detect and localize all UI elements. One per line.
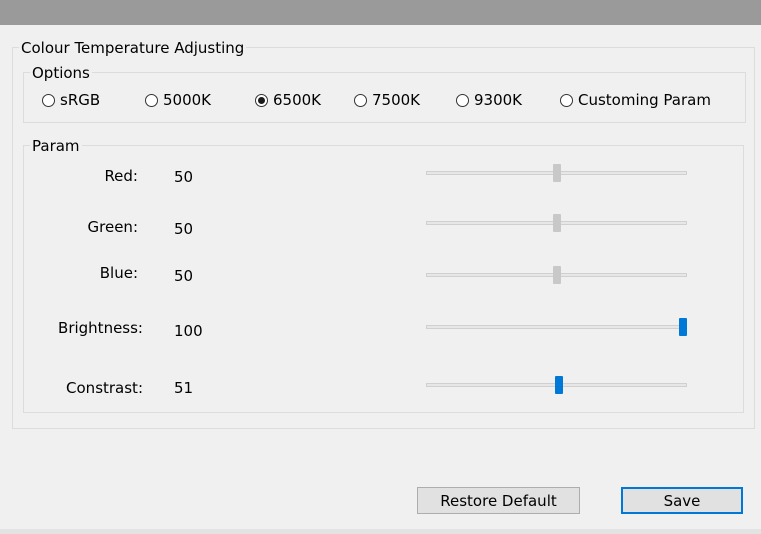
save-button[interactable]: Save [621,487,743,514]
colour-temperature-group-title: Colour Temperature Adjusting [19,39,247,57]
radio-circle-icon [42,93,55,107]
radio-7500k[interactable]: 7500K [354,90,420,110]
contrast-value: 51 [174,379,194,397]
green-value: 50 [174,220,194,238]
radio-customing-param[interactable]: Customing Param [560,90,711,110]
red-label: Red: [104,167,138,185]
slider-track [426,325,687,329]
radio-selected-icon [255,93,268,107]
param-legend: Param [30,137,82,155]
radio-label: 9300K [474,91,523,109]
radio-circle-icon [560,93,573,107]
blue-label: Blue: [99,264,138,282]
slider-thumb[interactable] [552,214,561,232]
radio-label: Customing Param [578,91,711,109]
radio-circle-icon [456,93,469,107]
radio-label: sRGB [60,91,101,109]
radio-9300k[interactable]: 9300K [456,90,522,110]
radio-label: 7500K [372,91,421,109]
blue-value: 50 [174,267,194,285]
brightness-label: Brightness: [58,319,143,337]
bottom-edge [0,529,761,534]
contrast-label: Constrast: [66,379,143,397]
slider-thumb[interactable] [555,376,564,394]
radio-5000k[interactable]: 5000K [145,90,211,110]
radio-label: 6500K [273,91,322,109]
green-slider[interactable] [426,214,687,234]
title-bar [0,0,761,25]
radio-label: 5000K [163,91,212,109]
green-label: Green: [87,218,138,236]
radio-circle-icon [145,93,158,107]
slider-thumb[interactable] [679,318,687,336]
radio-circle-icon [354,93,367,107]
radio-srgb[interactable]: sRGB [42,90,100,110]
slider-thumb[interactable] [552,266,561,284]
red-slider[interactable] [426,164,687,184]
red-value: 50 [174,168,194,186]
slider-thumb[interactable] [552,164,561,182]
brightness-slider[interactable] [426,318,687,338]
blue-slider[interactable] [426,266,687,286]
contrast-slider[interactable] [426,376,687,396]
radio-6500k[interactable]: 6500K [255,90,321,110]
brightness-value: 100 [174,322,203,340]
options-legend: Options [30,64,92,82]
restore-default-button[interactable]: Restore Default [417,487,580,514]
